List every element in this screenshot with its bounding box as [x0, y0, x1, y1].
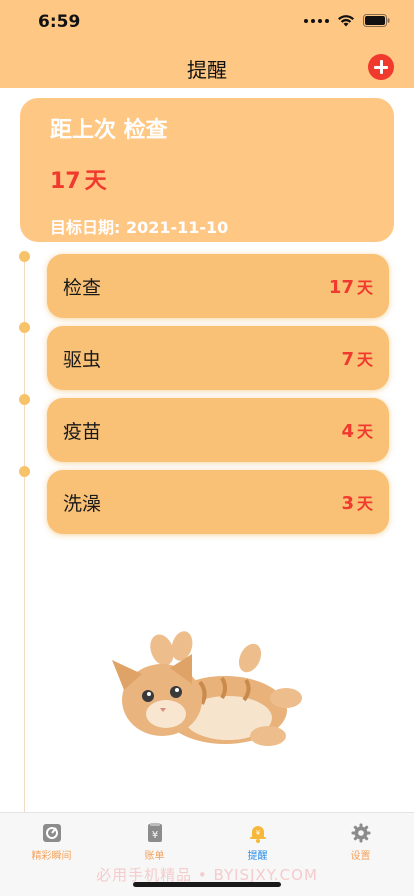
tab-bill[interactable]: ¥ 账单 [103, 823, 206, 862]
reminder-item-deworming[interactable]: 驱虫 7 天 [47, 326, 389, 390]
reminder-days: 17 天 [329, 274, 373, 298]
battery-icon [363, 14, 390, 27]
reminder-item-bath[interactable]: 洗澡 3 天 [47, 470, 389, 534]
tab-label: 设置 [350, 851, 371, 862]
header: 6:59 提醒 [0, 0, 414, 88]
timeline-dot [19, 322, 30, 333]
timeline-dot [19, 466, 30, 477]
wifi-icon [337, 14, 355, 27]
summary-days-value: 17 [50, 169, 81, 194]
status-icons [304, 14, 390, 27]
timeline-line [24, 252, 25, 812]
home-indicator[interactable] [133, 882, 281, 887]
svg-text:¥: ¥ [151, 830, 157, 841]
reminder-item-vaccine[interactable]: 疫苗 4 天 [47, 398, 389, 462]
camera-icon [42, 823, 62, 843]
tab-settings[interactable]: 设置 [309, 823, 412, 862]
timeline-dot [19, 251, 30, 262]
reminder-days-unit: 天 [356, 350, 373, 369]
reminder-days-unit: 天 [356, 494, 373, 513]
summary-card: 距上次 检查 17 天 目标日期: 2021-11-10 [20, 98, 394, 242]
reminder-days: 3 天 [341, 490, 373, 514]
tab-label: 精彩瞬间 [31, 851, 72, 862]
page-title: 提醒 [187, 58, 227, 82]
gear-icon [351, 823, 371, 843]
reminder-label: 检查 [63, 276, 102, 299]
tab-moments[interactable]: 精彩瞬间 [0, 823, 103, 862]
reminder-label: 驱虫 [63, 348, 102, 371]
reminder-days-unit: 天 [356, 278, 373, 297]
summary-days-unit: 天 [84, 169, 107, 194]
tab-label: 提醒 [247, 851, 268, 862]
summary-days: 17 天 [50, 163, 364, 195]
summary-heading: 距上次 检查 [50, 118, 168, 143]
reminder-days-unit: 天 [356, 422, 373, 441]
reminder-days-value: 17 [328, 277, 354, 298]
tab-label: 账单 [144, 851, 165, 862]
add-reminder-button[interactable] [368, 54, 394, 80]
svg-text:¥: ¥ [255, 829, 260, 837]
reminder-days: 4 天 [341, 418, 373, 442]
signal-icon [304, 18, 329, 23]
tab-reminder[interactable]: ¥ 提醒 [206, 823, 309, 862]
reminder-days-value: 4 [341, 421, 354, 442]
bill-icon: ¥ [145, 823, 165, 843]
reminder-label: 疫苗 [63, 420, 102, 443]
reminder-days-value: 3 [341, 493, 354, 514]
summary-target-date: 目标日期: 2021-11-10 [50, 218, 229, 237]
kitten-illustration [100, 628, 310, 758]
reminder-item-checkup[interactable]: 检查 17 天 [47, 254, 389, 318]
reminder-label: 洗澡 [63, 492, 102, 515]
timeline-dot [19, 394, 30, 405]
reminder-days-value: 7 [341, 349, 354, 370]
status-time: 6:59 [38, 12, 81, 32]
bell-icon: ¥ [248, 823, 268, 843]
reminder-days: 7 天 [341, 346, 373, 370]
